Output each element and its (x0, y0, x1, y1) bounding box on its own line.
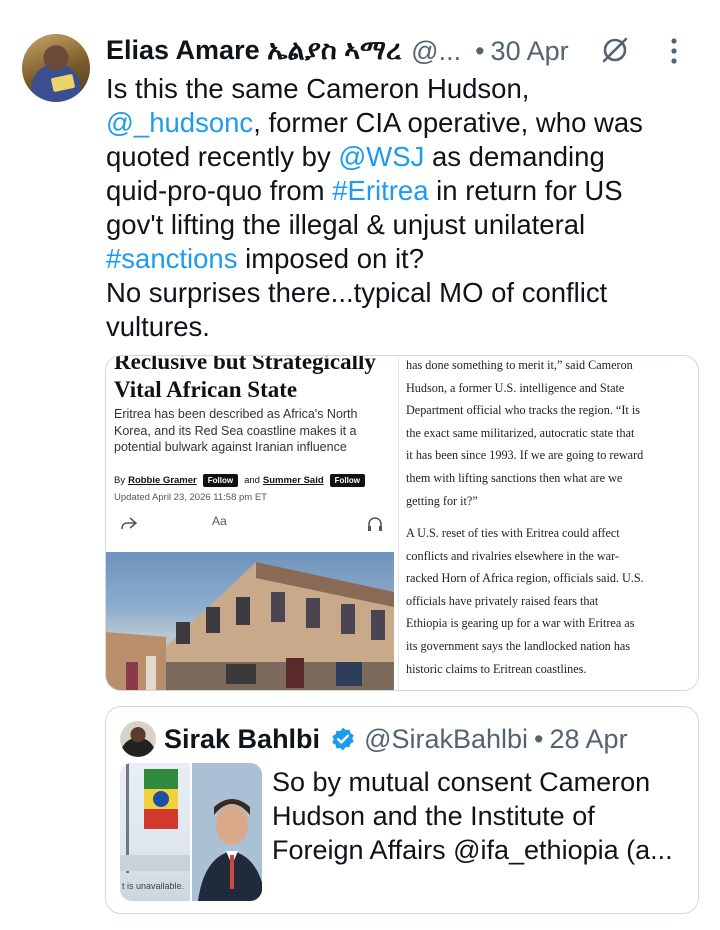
article-paragraph: has done something to merit it,” said Ca… (406, 356, 692, 512)
tweet-text-line: #sanctions imposed on it? (106, 242, 706, 276)
article-updated: Updated April 23, 2026 11:58 pm ET (114, 492, 267, 503)
street-photo (106, 552, 394, 690)
tweet-text-line: quid-pro-quo from #Eritrea in return for… (106, 174, 706, 208)
quoted-tweet-text: So by mutual consent Cameron Hudson and … (272, 765, 692, 867)
article-text-line: conflicts and rivalries elsewhere in the… (406, 548, 619, 563)
quoted-media-thumbnail[interactable]: t is unavailable. (120, 763, 190, 901)
mention-link[interactable]: @WSJ (338, 141, 424, 172)
tweet-text-segment: quid-pro-quo from (106, 175, 333, 206)
hashtag-link[interactable]: #sanctions (106, 243, 237, 274)
article-text-line: Hudson, a former U.S. intelligence and S… (406, 380, 625, 395)
tweet-media[interactable]: Reclusive but Strategically Vital Africa… (105, 355, 699, 691)
quoted-tweet-date[interactable]: 28 Apr (550, 724, 628, 755)
street-photo-illustration (106, 562, 394, 690)
quoted-text-line: So by mutual consent Cameron (272, 767, 651, 797)
quoted-author-handle[interactable]: @SirakBahlbi (364, 724, 528, 755)
separator-dot: • (475, 35, 485, 66)
tweet-header: Elias Amare ኤልያስ ኣማረ @... • 30 Apr (106, 33, 700, 69)
article-headline: Reclusive but Strategically Vital Africa… (114, 356, 394, 404)
article-text-line: officials have privately raised fears th… (406, 593, 599, 608)
grok-icon[interactable] (600, 35, 630, 65)
more-options-icon[interactable] (670, 37, 678, 65)
tweet-text-line: Is this the same Cameron Hudson, (106, 72, 706, 106)
tweet-text-line: No surprises there...typical MO of confl… (106, 276, 706, 310)
author-handle[interactable]: @... (411, 36, 461, 67)
quoted-text-line: Foreign Affairs @ifa_ethiopia (a... (272, 835, 673, 865)
speaker-photo (192, 763, 262, 901)
quoted-tweet[interactable]: Sirak Bahlbi @SirakBahlbi • 28 Apr t is … (105, 706, 699, 914)
article-text-line: getting for it?” (406, 493, 478, 508)
tweet-text-segment: Is this the same Cameron Hudson, (106, 73, 530, 104)
article-tools: Aa (114, 514, 394, 536)
article-text-line: has done something to merit it,” said Ca… (406, 358, 633, 372)
separator-dot: • (534, 723, 544, 754)
media-unavailable-notice: t is unavailable. (122, 881, 185, 891)
quoted-tweet-header: Sirak Bahlbi @SirakBahlbi • 28 Apr (164, 721, 628, 757)
by-label: By (114, 475, 126, 486)
article-headline-line: Reclusive but Strategically (114, 356, 376, 374)
media-image-article-text[interactable]: has done something to merit it,” said Ca… (398, 356, 698, 690)
byline-author: Robbie Gramer (128, 475, 197, 486)
hashtag-link[interactable]: #Eritrea (332, 175, 428, 206)
tweet-text-segment: quoted recently by (106, 141, 339, 172)
share-icon (121, 517, 138, 530)
text-size-label: Aa (212, 514, 227, 528)
quoted-author-avatar[interactable] (120, 721, 156, 757)
tweet-text-segment: , former CIA operative, who was (253, 107, 643, 138)
author-name[interactable]: Elias Amare ኤልያስ ኣማረ (106, 35, 401, 67)
tweet-text: Is this the same Cameron Hudson, @_hudson… (106, 72, 706, 344)
article-text-line: them with lifting sanctions then what ar… (406, 470, 623, 485)
tweet-text-segment: vultures. (106, 311, 210, 342)
media-image-wsj-article[interactable]: Reclusive but Strategically Vital Africa… (106, 356, 398, 690)
tweet-date[interactable]: 30 Apr (491, 36, 569, 67)
tweet-text-line: vultures. (106, 310, 706, 344)
follow-badge: Follow (202, 474, 239, 487)
article-text-line: its government says the landlocked natio… (406, 638, 631, 653)
article-text-line: A U.S. reset of ties with Eritrea could … (406, 526, 620, 540)
tweet-text-segment: in return for US (428, 175, 623, 206)
article-byline: By Robbie Gramer Follow and Summer Said … (114, 474, 371, 487)
tweet-text-segment: imposed on it? (237, 243, 424, 274)
quoted-text-line: Hudson and the Institute of (272, 801, 595, 831)
and-label: and (244, 475, 260, 486)
article-text-line: the exact same militarized, autocratic s… (406, 425, 635, 440)
quoted-media-thumbnail[interactable] (192, 763, 262, 901)
article-text-line: Department official who tracks the regio… (406, 403, 640, 418)
article-text-line: historic claims to Eritrean coastlines. (406, 661, 587, 676)
headphones-icon (368, 517, 382, 531)
byline-author: Summer Said (262, 475, 324, 486)
quoted-author-name[interactable]: Sirak Bahlbi (164, 724, 320, 755)
mention-link[interactable]: @_hudsonc (106, 107, 253, 138)
article-paragraph: A U.S. reset of ties with Eritrea could … (406, 522, 692, 680)
article-dek: Eritrea has been described as Africa's N… (114, 407, 358, 454)
follow-badge: Follow (329, 474, 365, 487)
tweet-text-line: quoted recently by @WSJ as demanding (106, 140, 706, 174)
article-text-line: Ethiopia is gearing up for a war with Er… (406, 616, 635, 631)
article-text-line: it has been since 1993. If we are going … (406, 448, 644, 463)
article-headline-line: Vital African State (114, 377, 298, 402)
author-avatar[interactable] (22, 34, 90, 102)
article-text-line: racked Horn of Africa region, officials … (406, 571, 644, 586)
tweet-text-line: gov't lifting the illegal & unjust unila… (106, 208, 706, 242)
tweet-text-segment: as demanding (424, 141, 605, 172)
tweet-text-segment: No surprises there...typical MO of confl… (106, 277, 608, 308)
verified-badge-icon (332, 727, 354, 751)
tweet-text-segment: gov't lifting the illegal & unjust unila… (106, 209, 586, 240)
tweet-text-line: @_hudsonc, former CIA operative, who was (106, 106, 706, 140)
